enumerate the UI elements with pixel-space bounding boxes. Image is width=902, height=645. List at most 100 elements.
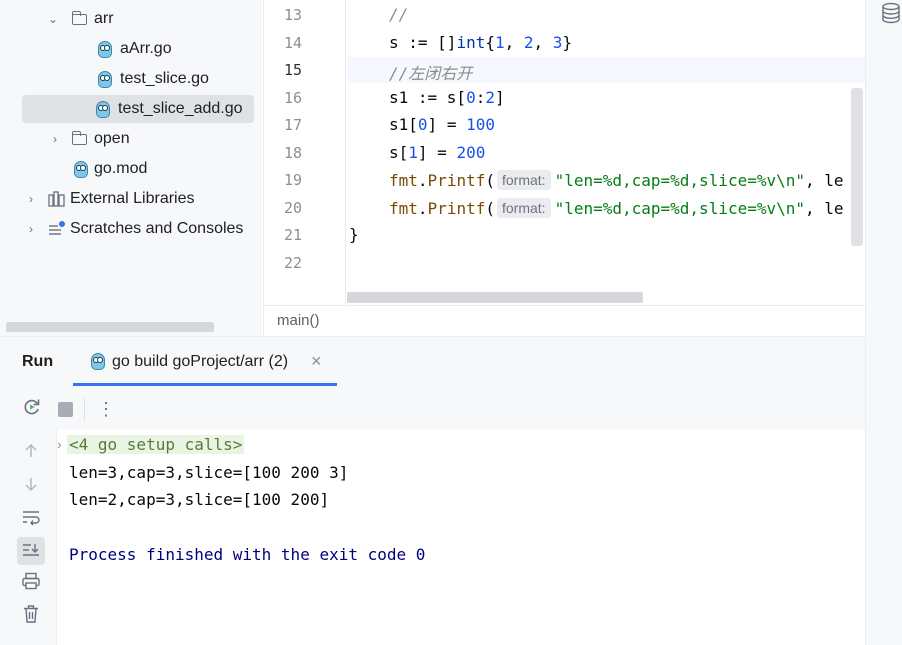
code-token: }	[562, 33, 573, 52]
line-number: 13	[283, 6, 302, 24]
expand-arrow-icon[interactable]: ›	[57, 436, 62, 452]
tree-item-label: aArr.go	[120, 40, 172, 57]
number-literal: 200	[456, 143, 486, 162]
chevron-down-icon[interactable]: ⌄	[46, 12, 60, 26]
code-token: ] =	[417, 143, 457, 162]
setup-calls-fold[interactable]: <4 go setup calls>	[67, 435, 245, 454]
up-arrow-icon[interactable]	[19, 442, 43, 466]
line-number: 14	[283, 34, 302, 52]
rerun-icon[interactable]	[20, 397, 44, 421]
breadcrumb-item[interactable]: main()	[277, 312, 320, 329]
number-literal: 100	[466, 115, 495, 134]
tree-item-label: test_slice_add.go	[118, 100, 243, 117]
line-number: 20	[283, 199, 302, 217]
code-token: s[	[389, 143, 409, 162]
tree-item-test-slice-add-go[interactable]: test_slice_add.go	[22, 95, 254, 123]
keyword: int	[456, 33, 486, 52]
string-literal: "len=%d,cap=%d,slice=%v\n"	[554, 199, 806, 218]
more-options-icon[interactable]: ⋮	[94, 397, 118, 421]
line-number: 22	[283, 254, 302, 272]
run-title: Run	[22, 353, 54, 370]
number-literal: 1	[408, 143, 418, 162]
line-number-current: 15	[283, 61, 302, 79]
go-file-icon	[98, 70, 112, 88]
line-number: 18	[283, 144, 302, 162]
editor-horizontal-scrollbar[interactable]	[347, 292, 643, 303]
code-token: := []	[398, 33, 457, 52]
go-run-icon	[91, 353, 105, 370]
code-line-15[interactable]: //左闭右开	[389, 60, 472, 84]
chevron-right-icon[interactable]: ›	[24, 222, 38, 236]
tree-item-label: Scratches and Consoles	[70, 220, 244, 237]
code-line-17[interactable]: s1[0] = 100	[389, 115, 495, 134]
right-tool-stripe	[865, 0, 902, 645]
project-tree: ⌄ arr aArr.go test_slice.go test_slice_a…	[0, 0, 262, 336]
code-token: }	[349, 225, 359, 244]
tree-item-test-slice-go[interactable]: test_slice.go	[96, 65, 209, 93]
code-token: ,	[504, 33, 524, 52]
tree-item-label: arr	[94, 10, 114, 27]
stop-icon[interactable]	[53, 397, 77, 421]
tree-item-open[interactable]: › open	[48, 125, 130, 153]
code-token: , le	[805, 199, 844, 218]
run-tab-label: go build goProject/arr (2)	[112, 353, 289, 370]
tree-item-external-libraries[interactable]: › External Libraries	[24, 185, 195, 213]
go-mod-icon	[74, 160, 88, 178]
breadcrumb: main()	[263, 305, 866, 336]
tree-item-scratches[interactable]: › Scratches and Consoles	[24, 215, 243, 243]
code-token: :	[475, 88, 486, 107]
function-name: Printf	[427, 171, 486, 190]
down-arrow-icon[interactable]	[19, 475, 43, 499]
console-side-toolbar	[0, 430, 57, 645]
package-name: fmt	[389, 171, 418, 190]
code-token: ,	[533, 33, 553, 52]
toolbar-separator	[84, 398, 85, 420]
code-line-18[interactable]: s[1] = 200	[389, 143, 485, 162]
close-icon[interactable]: ×	[311, 351, 322, 372]
code-line-19[interactable]: fmt.Printf(format: "len=%d,cap=%d,slice=%…	[389, 170, 844, 190]
package-name: fmt	[389, 199, 418, 218]
trash-icon[interactable]	[19, 604, 43, 628]
number-literal: 1	[494, 33, 505, 52]
chevron-right-icon[interactable]: ›	[24, 192, 38, 206]
tree-item-aarr-go[interactable]: aArr.go	[96, 35, 172, 63]
tree-horizontal-scrollbar[interactable]	[6, 322, 214, 332]
run-tool-window-header: Run go build goProject/arr (2) ×	[0, 336, 865, 388]
scratches-icon	[48, 220, 66, 238]
number-literal: 0	[417, 115, 428, 134]
code-line-14[interactable]: s := []int{1, 2, 3}	[389, 33, 572, 52]
code-line-16[interactable]: s1 := s[0:2]	[389, 88, 505, 107]
chevron-right-icon[interactable]: ›	[48, 132, 62, 146]
code-token: ]	[494, 88, 505, 107]
code-line-20[interactable]: fmt.Printf(format: "len=%d,cap=%d,slice=%…	[389, 198, 844, 218]
soft-wrap-icon[interactable]	[19, 508, 43, 532]
console-output[interactable]: › <4 go setup calls> len=3,cap=3,slice=[…	[57, 430, 865, 645]
code-line-13[interactable]: //	[389, 5, 408, 24]
go-file-icon	[98, 40, 112, 58]
tree-item-arr[interactable]: ⌄ arr	[46, 5, 114, 33]
database-icon[interactable]	[880, 2, 902, 29]
parameter-hint: format:	[496, 170, 551, 190]
comment: //	[389, 5, 409, 24]
console-line: len=3,cap=3,slice=[100 200 3]	[69, 463, 349, 482]
line-number: 17	[283, 116, 302, 134]
string-literal: "len=%d,cap=%d,slice=%v\n"	[554, 171, 806, 190]
code-line-21[interactable]: }	[349, 225, 359, 244]
tree-item-go-mod[interactable]: go.mod	[72, 155, 147, 183]
run-config-tab[interactable]: go build goProject/arr (2) ×	[73, 337, 337, 386]
print-icon[interactable]	[19, 572, 43, 596]
code-token: (	[485, 171, 495, 190]
tree-item-label: External Libraries	[70, 190, 195, 207]
tree-item-label: open	[94, 130, 130, 147]
line-number: 21	[283, 226, 302, 244]
code-token: (	[485, 199, 495, 218]
process-finished-message: Process finished with the exit code 0	[69, 545, 426, 564]
code-editor[interactable]: 13 // 14 s := []int{1, 2, 3} 15 //左闭右开 1…	[263, 0, 866, 305]
code-token: s	[389, 33, 399, 52]
code-token: {	[485, 33, 495, 52]
go-file-icon	[96, 100, 110, 118]
line-number: 16	[283, 89, 302, 107]
scroll-to-end-button[interactable]	[17, 537, 45, 565]
editor-vertical-scrollbar[interactable]	[851, 88, 863, 246]
folder-icon	[71, 10, 90, 28]
